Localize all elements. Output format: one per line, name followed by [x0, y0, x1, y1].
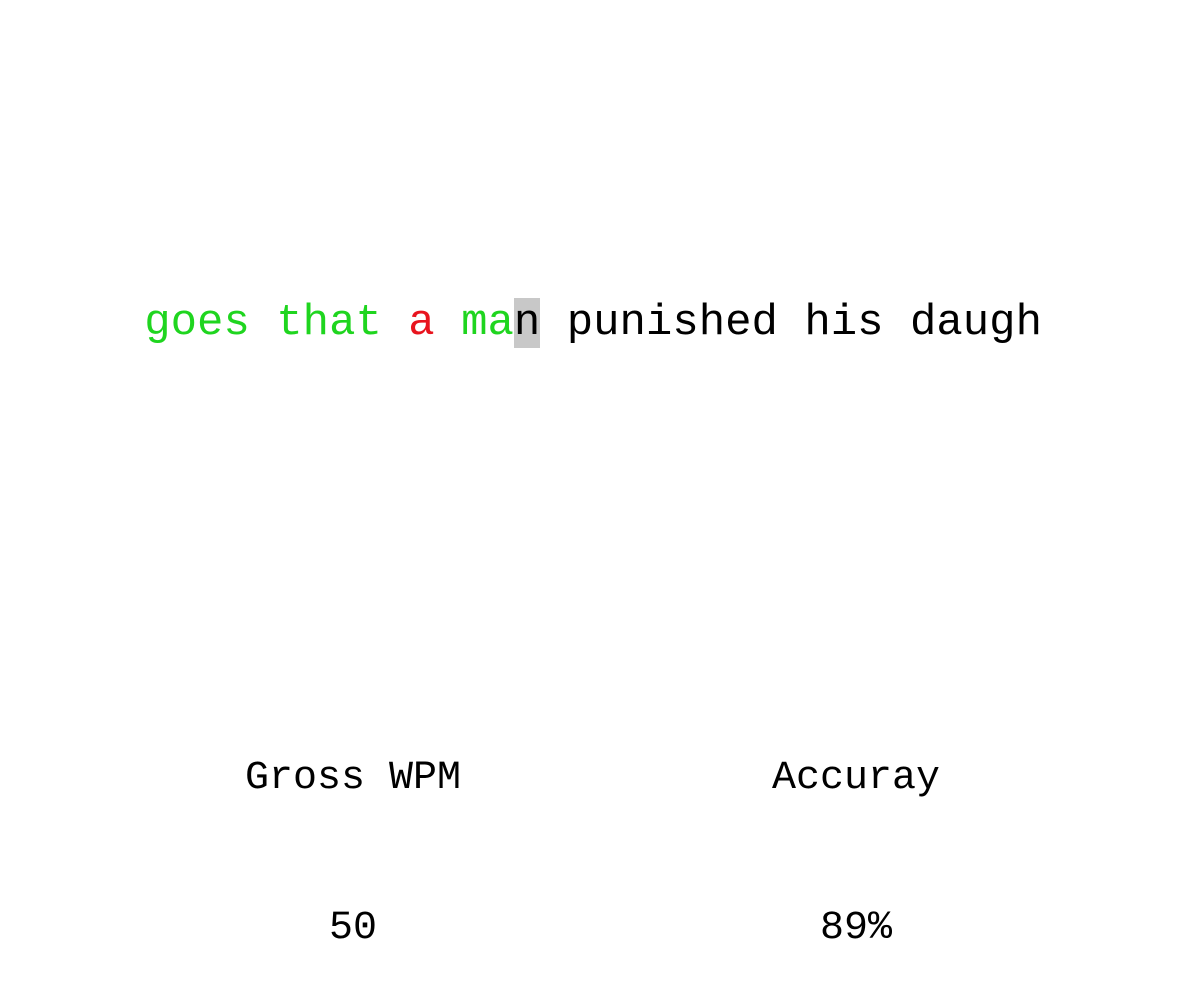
gross-wpm-stat: Gross WPM 50: [203, 654, 503, 1004]
accuracy-label: Accuray: [771, 756, 941, 801]
accuracy-value: 89%: [819, 906, 892, 951]
accuracy-stat: Accuray 89%: [706, 654, 1006, 1004]
typed-space: [435, 298, 461, 348]
typing-text-line: goes that a man punished his daugh: [144, 297, 1042, 349]
typed-correct-text: goes that: [144, 298, 409, 348]
pending-text: punished his daugh: [540, 298, 1042, 348]
typed-error-text: a: [408, 298, 435, 348]
gross-wpm-value: 50: [328, 906, 377, 951]
typed-correct-text-current-word: ma: [461, 298, 514, 348]
typing-text-area[interactable]: goes that a man punished his daugh: [140, 297, 1042, 349]
typing-cursor: n: [513, 298, 541, 348]
gross-wpm-label: Gross WPM: [244, 756, 462, 801]
